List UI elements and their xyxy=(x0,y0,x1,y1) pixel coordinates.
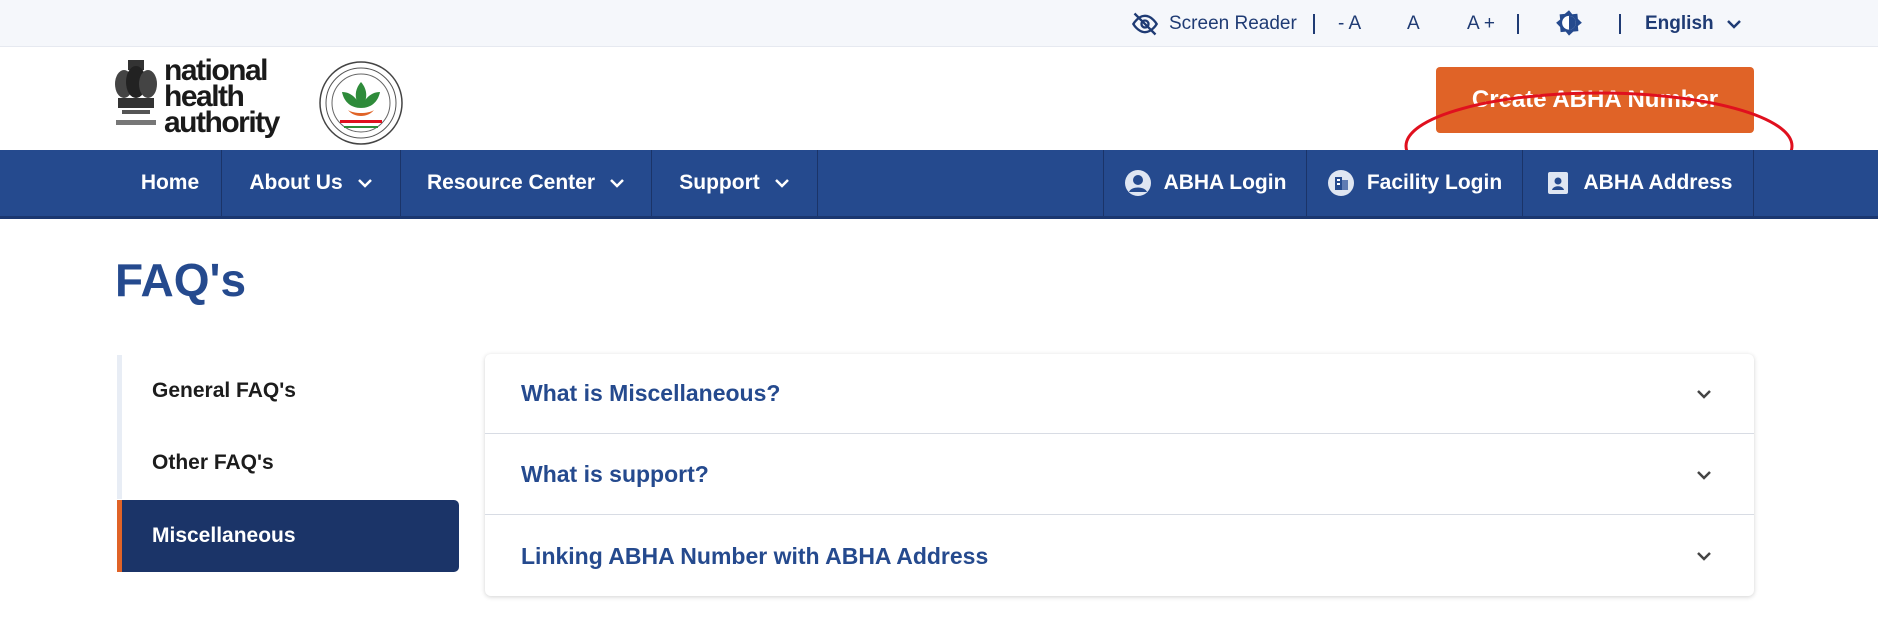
chevron-down-icon xyxy=(774,179,789,188)
faq-question: What is support? xyxy=(521,461,709,487)
nha-logo[interactable]: national health authority xyxy=(114,56,280,139)
sidebar-item-general-faqs[interactable]: General FAQ's xyxy=(117,355,459,427)
nav-item-home[interactable]: Home xyxy=(118,150,222,216)
nav-divider xyxy=(817,150,818,216)
org-name-line: authority xyxy=(164,106,280,139)
font-normal-button[interactable]: A xyxy=(1407,0,1420,47)
nav-item-label: ABHA Address xyxy=(1583,171,1733,194)
chevron-down-icon xyxy=(1697,471,1711,480)
eye-slash-icon xyxy=(1131,12,1159,35)
faq-item[interactable]: What is support? xyxy=(485,435,1754,515)
nav-item-label: Support xyxy=(679,171,760,194)
nav-item-resource-center[interactable]: Resource Center xyxy=(401,150,651,216)
divider xyxy=(1517,14,1519,34)
page-title: FAQ's xyxy=(115,254,247,306)
sidebar-item-miscellaneous[interactable]: Miscellaneous xyxy=(117,500,459,572)
divider xyxy=(1619,14,1621,34)
chevron-down-icon xyxy=(1697,552,1711,561)
facility-login-link[interactable]: Facility Login xyxy=(1307,150,1522,216)
language-selector[interactable]: English xyxy=(1645,0,1742,47)
nav-item-label: ABHA Login xyxy=(1163,171,1287,194)
national-emblem-icon xyxy=(115,60,157,125)
font-increase-button[interactable]: A + xyxy=(1467,0,1495,47)
nav-item-about-us[interactable]: About Us xyxy=(222,150,400,216)
utility-bar: Screen Reader - A A A + English xyxy=(0,0,1878,47)
main-nav: Home About Us Resource Center Support AB… xyxy=(0,150,1878,219)
contrast-icon xyxy=(1556,9,1582,36)
faq-item[interactable]: Linking ABHA Number with ABHA Address xyxy=(485,516,1754,596)
nav-item-label: About Us xyxy=(249,171,343,194)
nav-item-support[interactable]: Support xyxy=(652,150,817,216)
divider xyxy=(1313,14,1315,34)
screen-reader-label: Screen Reader xyxy=(1169,12,1297,34)
sidebar-item-other-faqs[interactable]: Other FAQ's xyxy=(117,427,459,499)
nav-item-label: Resource Center xyxy=(426,171,596,194)
id-card-icon xyxy=(1547,172,1568,194)
abdm-logo[interactable] xyxy=(318,60,404,146)
chevron-down-icon xyxy=(1726,19,1741,29)
font-decrease-button[interactable]: - A xyxy=(1338,0,1361,47)
building-icon xyxy=(1327,170,1354,196)
faq-item[interactable]: What is Miscellaneous? xyxy=(485,354,1754,434)
org-name: national health authority xyxy=(164,56,280,139)
abha-login-link[interactable]: ABHA Login xyxy=(1104,150,1306,216)
faq-question: Linking ABHA Number with ABHA Address xyxy=(521,542,989,569)
nav-divider xyxy=(1753,150,1754,216)
user-icon xyxy=(1124,170,1151,196)
abha-address-link[interactable]: ABHA Address xyxy=(1523,150,1753,216)
chevron-down-icon xyxy=(357,179,372,188)
language-label: English xyxy=(1645,12,1714,34)
chevron-down-icon xyxy=(1697,390,1711,399)
screen-reader-link[interactable]: Screen Reader xyxy=(1131,0,1297,47)
chevron-down-icon xyxy=(610,179,624,188)
site-header: national health authority Create ABHA Nu… xyxy=(0,48,1878,201)
nav-item-label: Home xyxy=(140,171,200,194)
nav-item-label: Facility Login xyxy=(1366,171,1503,194)
faq-accordion: What is Miscellaneous? What is support? … xyxy=(485,354,1754,596)
contrast-toggle[interactable] xyxy=(1554,0,1584,47)
faq-question: What is Miscellaneous? xyxy=(521,380,781,406)
